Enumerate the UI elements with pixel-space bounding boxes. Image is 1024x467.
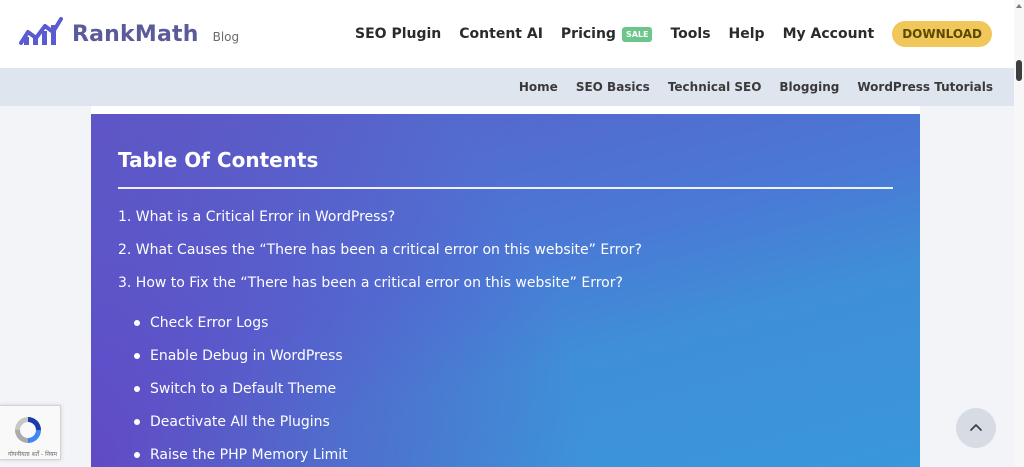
nav-pricing-label: Pricing — [560, 26, 616, 42]
bullet-icon — [134, 451, 140, 458]
brand-name: RankMath — [72, 22, 199, 47]
scrollbar-thumb[interactable] — [1016, 60, 1022, 81]
rankmath-logo-icon — [19, 17, 63, 45]
toc-subitem-label: Raise the PHP Memory Limit — [150, 446, 348, 463]
bullet-icon — [134, 418, 140, 425]
table-of-contents: Table Of Contents 1. What is a Critical … — [91, 114, 920, 467]
subnav-blogging[interactable]: Blogging — [779, 80, 839, 94]
nav-pricing[interactable]: Pricing SALE — [561, 26, 653, 42]
toc-item[interactable]: 3. How to Fix the “There has been a crit… — [118, 273, 893, 306]
nav-my-account[interactable]: My Account — [783, 26, 875, 42]
toc-subitem[interactable]: Enable Debug in WordPress — [118, 339, 893, 372]
recaptcha-icon — [15, 417, 41, 443]
recaptcha-badge[interactable]: गोपनीयता शर्तें - नियम — [0, 405, 61, 460]
toc-subitem-label: Check Error Logs — [150, 314, 269, 331]
bullet-icon — [134, 385, 140, 392]
brand-logo[interactable]: RankMath Blog — [18, 16, 239, 46]
subnav-wordpress-tutorials[interactable]: WordPress Tutorials — [857, 80, 993, 94]
toc-subitem[interactable]: Switch to a Default Theme — [118, 372, 893, 405]
top-header: RankMath Blog SEO Plugin Content AI Pric… — [0, 0, 1024, 68]
nav-content-ai[interactable]: Content AI — [459, 26, 543, 42]
toc-item[interactable]: 2. What Causes the “There has been a cri… — [118, 240, 893, 273]
sale-badge: SALE — [621, 26, 653, 42]
nav-seo-plugin[interactable]: SEO Plugin — [355, 26, 441, 42]
main-navigation: SEO Plugin Content AI Pricing SALE Tools… — [355, 21, 992, 47]
nav-help[interactable]: Help — [729, 26, 765, 42]
bullet-icon — [134, 352, 140, 359]
toc-subitem-label: Switch to a Default Theme — [150, 380, 337, 397]
toc-subitem[interactable]: Deactivate All the Plugins — [118, 405, 893, 438]
subnav-technical-seo[interactable]: Technical SEO — [668, 80, 762, 94]
subnav-seo-basics[interactable]: SEO Basics — [576, 80, 650, 94]
category-navigation: Home SEO Basics Technical SEO Blogging W… — [0, 68, 1024, 106]
brand-subtitle: Blog — [212, 30, 240, 44]
toc-subitem[interactable]: Raise the PHP Memory Limit — [118, 438, 893, 467]
toc-title: Table Of Contents — [118, 148, 319, 172]
chevron-up-icon — [970, 424, 982, 431]
scroll-up-arrow-icon[interactable] — [1015, 2, 1023, 10]
recaptcha-footer-text[interactable]: गोपनीयता शर्तें - नियम — [8, 450, 57, 458]
toc-subitem-label: Enable Debug in WordPress — [150, 347, 343, 364]
page-scrollbar[interactable] — [1014, 0, 1024, 467]
toc-item[interactable]: 1. What is a Critical Error in WordPress… — [118, 207, 893, 240]
toc-list: 1. What is a Critical Error in WordPress… — [118, 207, 893, 467]
download-button[interactable]: DOWNLOAD — [892, 21, 992, 47]
toc-subitem[interactable]: Check Error Logs — [118, 306, 893, 339]
subnav-home[interactable]: Home — [519, 80, 558, 94]
nav-tools[interactable]: Tools — [670, 26, 710, 42]
back-to-top-button[interactable] — [956, 408, 996, 448]
toc-divider — [118, 187, 893, 189]
bullet-icon — [134, 319, 140, 326]
toc-subitem-label: Deactivate All the Plugins — [150, 413, 330, 430]
